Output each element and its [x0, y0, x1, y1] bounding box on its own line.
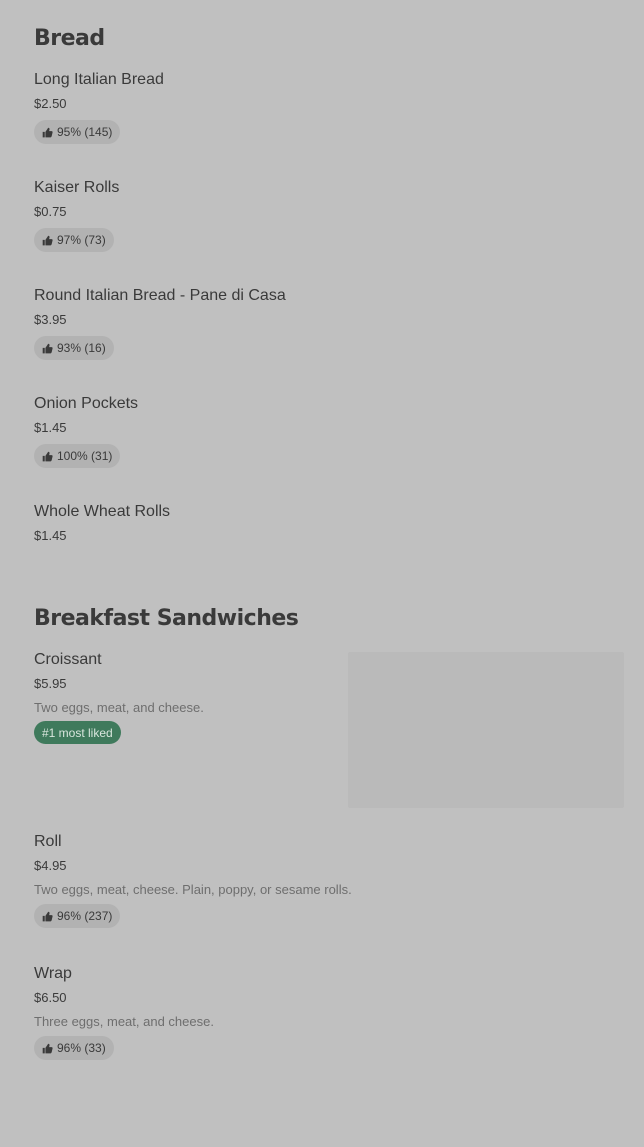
section-title: Bread — [34, 26, 105, 51]
rating-pill: 97% (73) — [34, 228, 114, 252]
menu-item-wrap[interactable]: Wrap $6.50 Three eggs, meat, and cheese.… — [34, 964, 624, 1060]
rating-pill: 96% (237) — [34, 904, 121, 928]
menu-item-onion-pockets[interactable]: Onion Pockets $1.45 100% (31) — [34, 394, 624, 468]
croissant-image-placeholder[interactable] — [348, 652, 624, 808]
item-name: Onion Pockets — [34, 395, 139, 412]
thumbs-up-icon — [42, 451, 53, 461]
menu-item-long-italian-bread[interactable]: Long Italian Bread $2.50 95% (145) — [34, 70, 624, 144]
item-description: Two eggs, meat, cheese. Plain, poppy, or… — [34, 882, 352, 897]
rating-text: 96% (237) — [57, 909, 113, 923]
rating-text: 95% (145) — [57, 125, 113, 139]
most-liked-badge: #1 most liked — [34, 721, 121, 744]
menu-item-roll[interactable]: Roll $4.95 Two eggs, meat, cheese. Plain… — [34, 832, 624, 928]
item-price: $1.45 — [34, 528, 67, 543]
item-description: Two eggs, meat, and cheese. — [34, 700, 204, 715]
rating-pill: 96% (33) — [34, 1036, 114, 1060]
item-price: $4.95 — [34, 858, 67, 873]
thumbs-up-icon — [42, 911, 53, 921]
section-title: Breakfast Sandwiches — [34, 606, 299, 631]
item-name: Long Italian Bread — [34, 71, 164, 88]
rating-text: 100% (31) — [57, 449, 113, 463]
item-name: Whole Wheat Rolls — [34, 503, 171, 520]
section-breakfast-sandwiches: Breakfast Sandwiches — [34, 604, 624, 634]
item-description: Three eggs, meat, and cheese. — [34, 1014, 214, 1029]
item-price: $1.45 — [34, 420, 67, 435]
item-price: $5.95 — [34, 676, 67, 691]
item-name: Wrap — [34, 965, 72, 982]
rating-text: 93% (16) — [57, 341, 106, 355]
rating-pill: 95% (145) — [34, 120, 121, 144]
item-name: Kaiser Rolls — [34, 179, 120, 196]
menu-item-kaiser-rolls[interactable]: Kaiser Rolls $0.75 97% (73) — [34, 178, 624, 252]
thumbs-up-icon — [42, 343, 53, 353]
thumbs-up-icon — [42, 1043, 53, 1053]
section-bread: Bread — [34, 24, 624, 54]
item-price: $6.50 — [34, 990, 67, 1005]
menu-item-round-italian-bread[interactable]: Round Italian Bread - Pane di Casa $3.95… — [34, 286, 624, 360]
menu-item-croissant[interactable]: Croissant $5.95 Two eggs, meat, and chee… — [34, 650, 334, 744]
rating-pill: 100% (31) — [34, 444, 121, 468]
menu-item-whole-wheat-rolls[interactable]: Whole Wheat Rolls $1.45 — [34, 502, 624, 545]
rating-text: 96% (33) — [57, 1041, 106, 1055]
thumbs-up-icon — [42, 127, 53, 137]
item-name: Round Italian Bread - Pane di Casa — [34, 287, 286, 304]
item-name: Croissant — [34, 651, 102, 668]
rating-text: 97% (73) — [57, 233, 106, 247]
rating-pill: 93% (16) — [34, 336, 114, 360]
item-price: $2.50 — [34, 96, 67, 111]
item-price: $3.95 — [34, 312, 67, 327]
item-price: $0.75 — [34, 204, 67, 219]
item-name: Roll — [34, 833, 62, 850]
thumbs-up-icon — [42, 235, 53, 245]
